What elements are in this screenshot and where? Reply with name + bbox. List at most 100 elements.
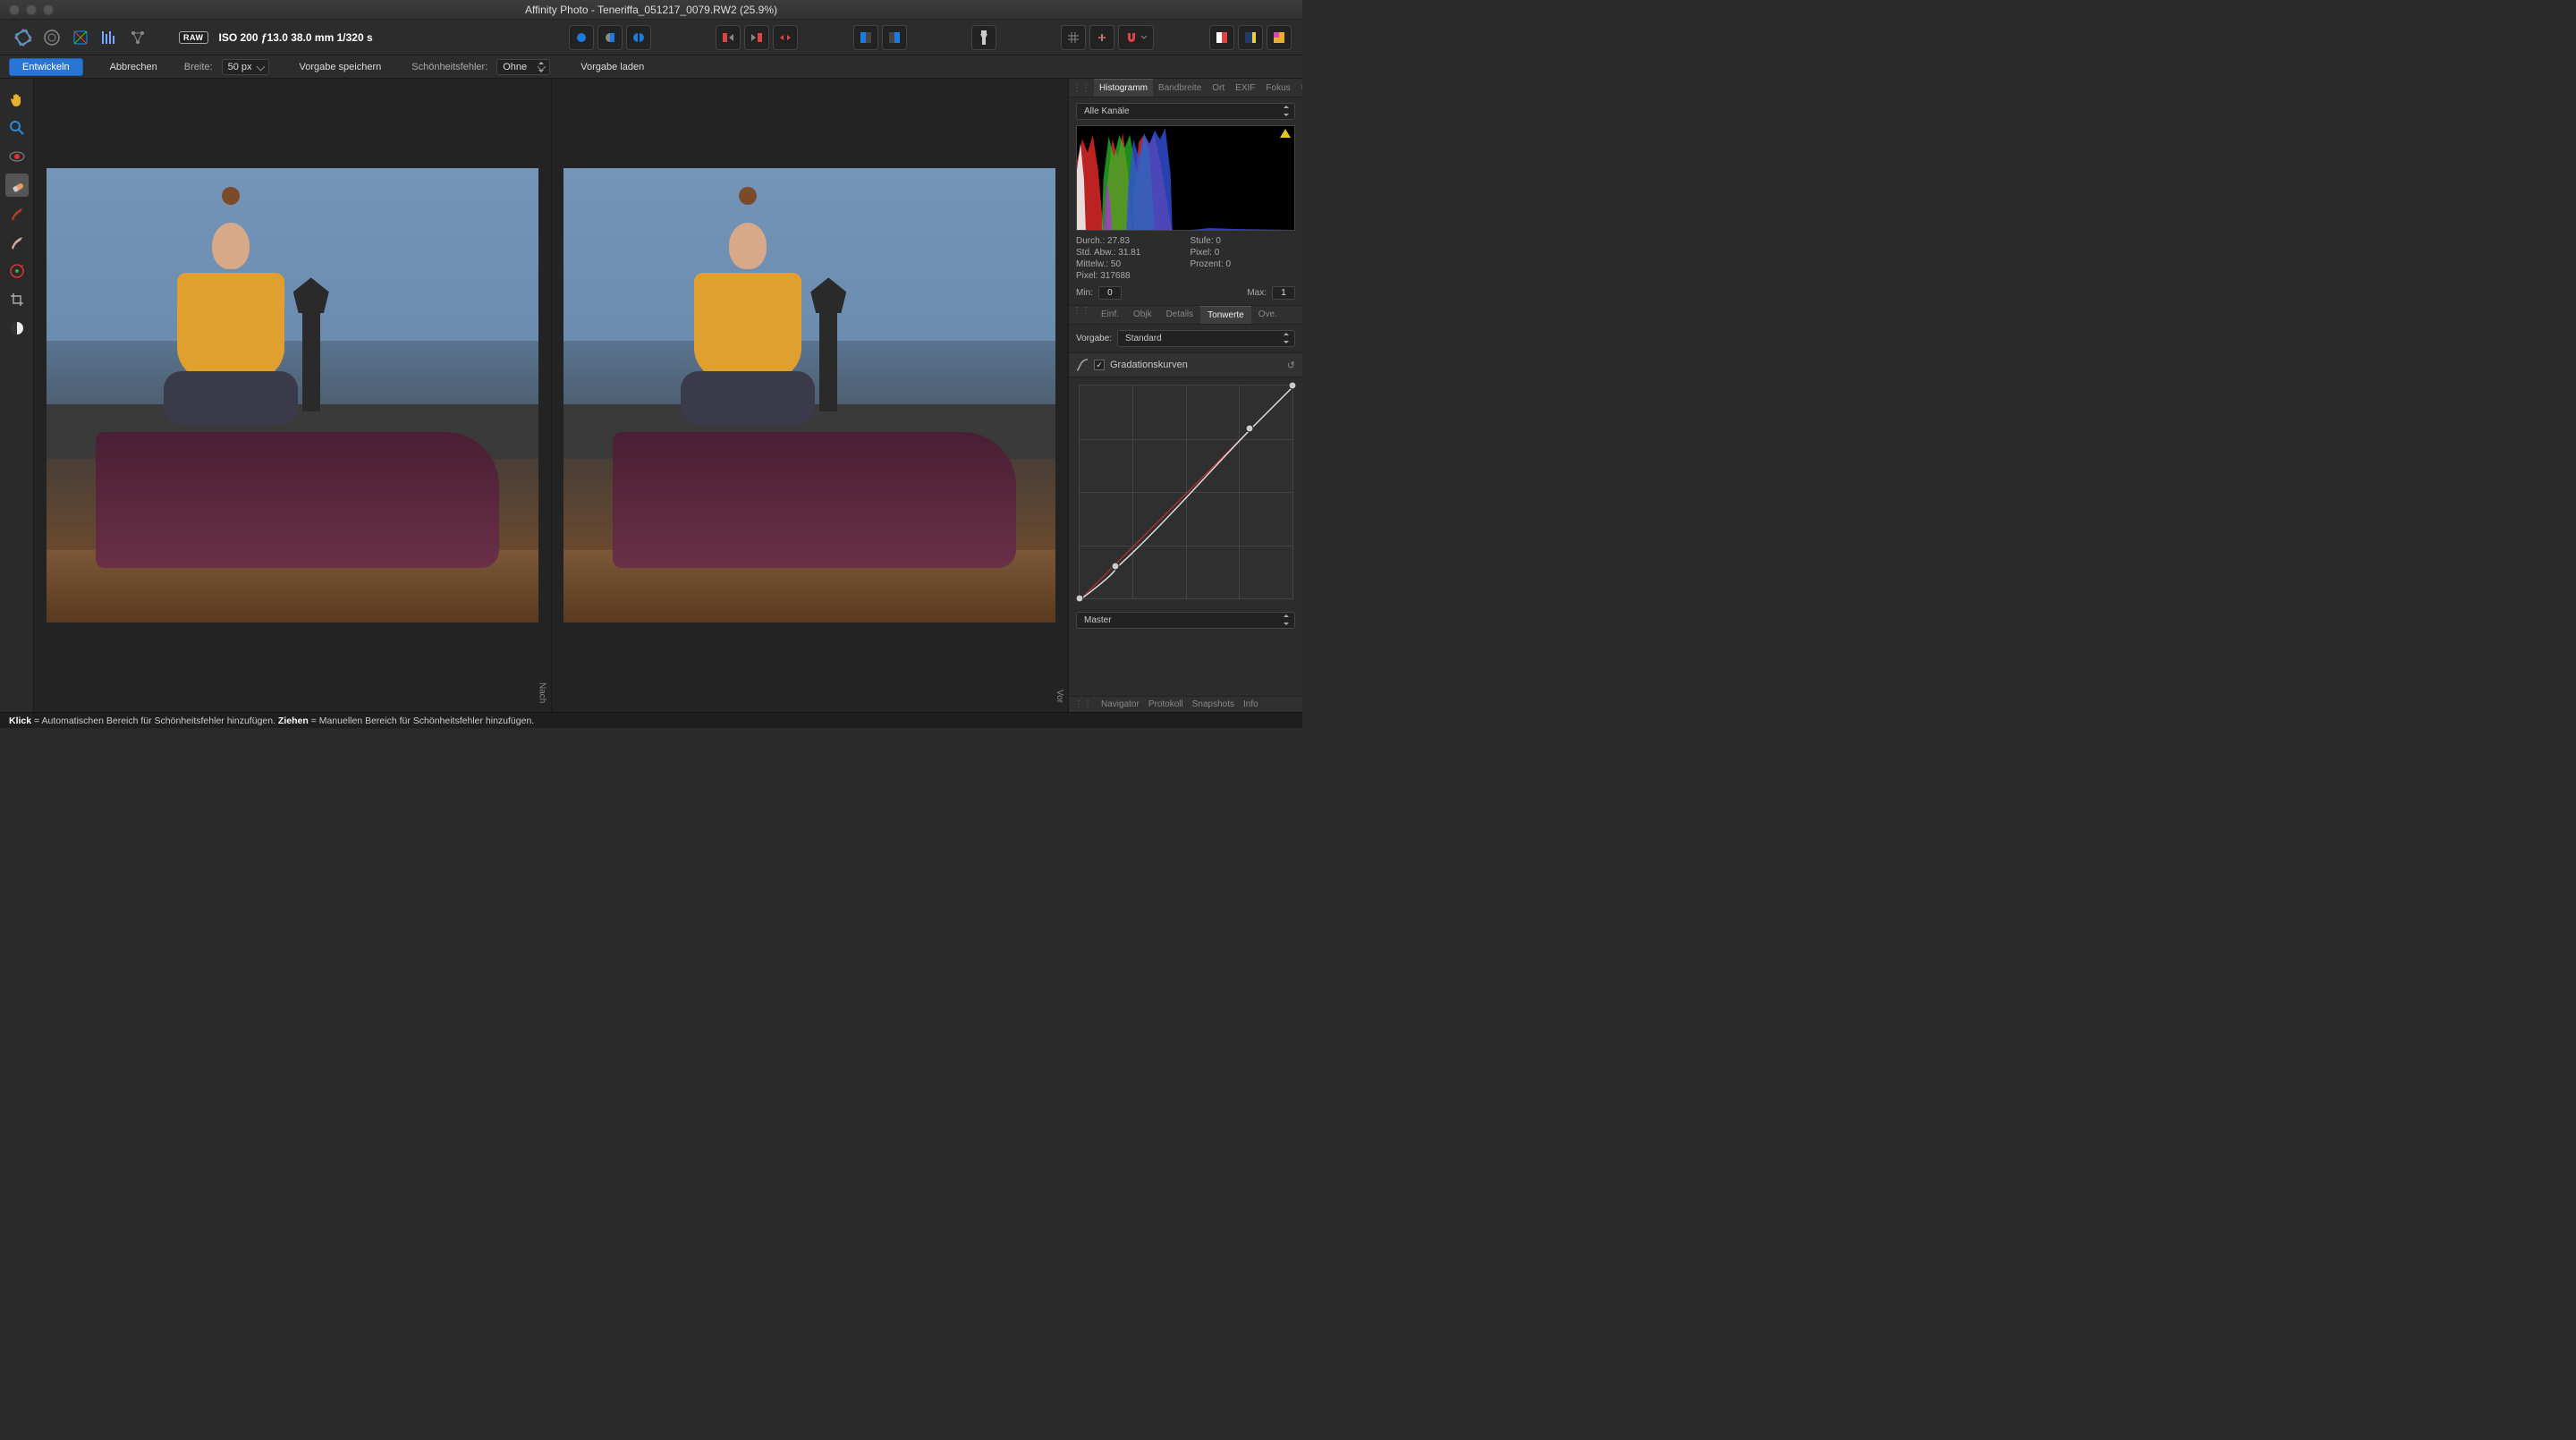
- stat-percent: Prozent: 0: [1191, 259, 1296, 269]
- swatch-a-button[interactable]: [1209, 25, 1234, 50]
- window-controls: [9, 4, 54, 15]
- min-input[interactable]: 0: [1098, 286, 1122, 300]
- single-view-button[interactable]: [569, 25, 594, 50]
- clipping-warning-icon[interactable]: [1280, 129, 1291, 138]
- curves-icon: [1076, 359, 1089, 371]
- channel-select[interactable]: Alle Kanäle: [1076, 103, 1295, 120]
- curves-title: Gradationskurven: [1110, 360, 1188, 370]
- main-area: Nach Vor ⋮⋮ Histogramm Bandbreite Ort EX…: [0, 79, 1302, 712]
- load-preset-button[interactable]: Vorgabe laden: [568, 59, 657, 75]
- redeye-tool[interactable]: [5, 145, 29, 168]
- blemish-tool[interactable]: [5, 174, 29, 197]
- grid-button[interactable]: [1061, 25, 1086, 50]
- window-titlebar: Affinity Photo - Teneriffa_051217_0079.R…: [0, 0, 1302, 20]
- swatch-c-button[interactable]: [1267, 25, 1292, 50]
- crop-tool[interactable]: [5, 288, 29, 311]
- curve-channel-select[interactable]: Master: [1076, 612, 1295, 629]
- before-label: Vor: [1055, 690, 1064, 703]
- width-dropdown[interactable]: 50 px: [222, 59, 269, 75]
- wb-tool[interactable]: [5, 317, 29, 340]
- curve-node[interactable]: [1075, 595, 1083, 603]
- curves-header[interactable]: ✓ Gradationskurven ↺: [1069, 353, 1302, 377]
- minimize-icon[interactable]: [26, 4, 37, 15]
- save-preset-button[interactable]: Vorgabe speichern: [287, 59, 394, 75]
- panel-grip-icon[interactable]: ⋮⋮: [1069, 83, 1094, 93]
- panel-grip-icon[interactable]: ⋮⋮: [1074, 699, 1092, 709]
- histogram-tabs: ⋮⋮ Histogramm Bandbreite Ort EXIF Fokus …: [1069, 79, 1302, 97]
- tab-location[interactable]: Ort: [1207, 80, 1230, 97]
- histogram-stats: Durch.: 27.83 Stufe: 0 Std. Abw.: 31.81 …: [1076, 231, 1295, 286]
- hand-tool[interactable]: [5, 88, 29, 111]
- preset-value: Standard: [1125, 334, 1162, 343]
- tab-lens[interactable]: Objk: [1126, 306, 1159, 324]
- sync-before-button[interactable]: [716, 25, 741, 50]
- sync-after-button[interactable]: [744, 25, 769, 50]
- tab-histogram[interactable]: Histogramm: [1094, 79, 1153, 97]
- stat-level: Stufe: 0: [1191, 236, 1296, 246]
- tab-scope[interactable]: Bandbreite: [1153, 80, 1207, 97]
- after-pane[interactable]: Nach: [34, 79, 551, 712]
- swatch-b-button[interactable]: [1238, 25, 1263, 50]
- min-label: Min:: [1076, 288, 1093, 298]
- main-toolbar: RAW ISO 200 ƒ13.0 38.0 mm 1/320 s: [0, 20, 1302, 55]
- bottom-panel-tabs: ⋮⋮ Navigator Protokoll Snapshots Info: [1069, 696, 1302, 712]
- before-pane[interactable]: Vor: [551, 79, 1069, 712]
- tab-exif[interactable]: EXIF: [1230, 80, 1260, 97]
- histogram-chart[interactable]: [1076, 125, 1295, 231]
- close-icon[interactable]: [9, 4, 20, 15]
- status-bar: Klick = Automatischen Bereich für Schönh…: [0, 712, 1302, 728]
- panel-menu-icon[interactable]: ≡: [1296, 83, 1302, 93]
- tab-basic[interactable]: Einf.: [1094, 306, 1126, 324]
- persona-photo-icon[interactable]: [11, 25, 36, 50]
- curve-node[interactable]: [1111, 563, 1119, 571]
- persona-liquify-icon[interactable]: [39, 25, 64, 50]
- preset-label: Vorgabe:: [1076, 334, 1112, 343]
- persona-export-icon[interactable]: [125, 25, 150, 50]
- curve-node[interactable]: [1245, 424, 1253, 432]
- panel-grip-icon[interactable]: ⋮⋮: [1069, 306, 1094, 324]
- cancel-button[interactable]: Abbrechen: [92, 59, 175, 75]
- magnet-button[interactable]: [1118, 25, 1154, 50]
- snap-axis-button[interactable]: [1089, 25, 1114, 50]
- blemish-dropdown[interactable]: Ohne: [496, 59, 550, 75]
- tab-info[interactable]: Info: [1243, 699, 1258, 709]
- zoom-tool[interactable]: [5, 116, 29, 140]
- develop-tabs: ⋮⋮ Einf. Objk Details Tonwerte Ove.: [1069, 306, 1302, 325]
- tab-snapshots[interactable]: Snapshots: [1192, 699, 1234, 709]
- persona-develop-icon[interactable]: [68, 25, 93, 50]
- tab-tones[interactable]: Tonwerte: [1200, 306, 1251, 324]
- curve-editor[interactable]: [1079, 385, 1293, 599]
- tab-focus[interactable]: Fokus: [1260, 80, 1295, 97]
- overlay-erase-tool[interactable]: [5, 231, 29, 254]
- clip-highlights-button[interactable]: [882, 25, 907, 50]
- tab-navigator[interactable]: Navigator: [1101, 699, 1140, 709]
- overlay-paint-tool[interactable]: [5, 202, 29, 225]
- tab-history[interactable]: Protokoll: [1148, 699, 1183, 709]
- stat-mean: Durch.: 27.83: [1076, 236, 1182, 246]
- tab-details[interactable]: Details: [1159, 306, 1201, 324]
- curve-node[interactable]: [1288, 382, 1296, 390]
- reset-icon[interactable]: ↺: [1287, 360, 1295, 371]
- curves-checkbox[interactable]: ✓: [1094, 360, 1105, 370]
- max-input[interactable]: 1: [1272, 286, 1295, 300]
- sync-both-button[interactable]: [773, 25, 798, 50]
- viewport[interactable]: Nach Vor: [34, 79, 1068, 712]
- stat-stddev: Std. Abw.: 31.81: [1076, 248, 1182, 258]
- overlay-gradient-tool[interactable]: [5, 259, 29, 283]
- mirror-view-button[interactable]: [626, 25, 651, 50]
- clip-shadows-button[interactable]: [853, 25, 878, 50]
- blemish-value: Ohne: [503, 62, 527, 72]
- flashlight-button[interactable]: [971, 25, 996, 50]
- window-title: Affinity Photo - Teneriffa_051217_0079.R…: [54, 4, 1249, 16]
- stat-median: Mittelw.: 50: [1076, 259, 1182, 269]
- develop-button[interactable]: Entwickeln: [9, 58, 83, 76]
- tab-overlays[interactable]: Ove.: [1251, 306, 1284, 324]
- curves-panel: [1069, 377, 1302, 606]
- zoom-icon[interactable]: [43, 4, 54, 15]
- split-view-button[interactable]: [597, 25, 623, 50]
- exif-summary: ISO 200 ƒ13.0 38.0 mm 1/320 s: [219, 31, 373, 44]
- persona-tone-icon[interactable]: [97, 25, 122, 50]
- after-label: Nach: [538, 682, 547, 703]
- preset-select[interactable]: Standard: [1117, 330, 1295, 347]
- width-label: Breite:: [184, 62, 213, 72]
